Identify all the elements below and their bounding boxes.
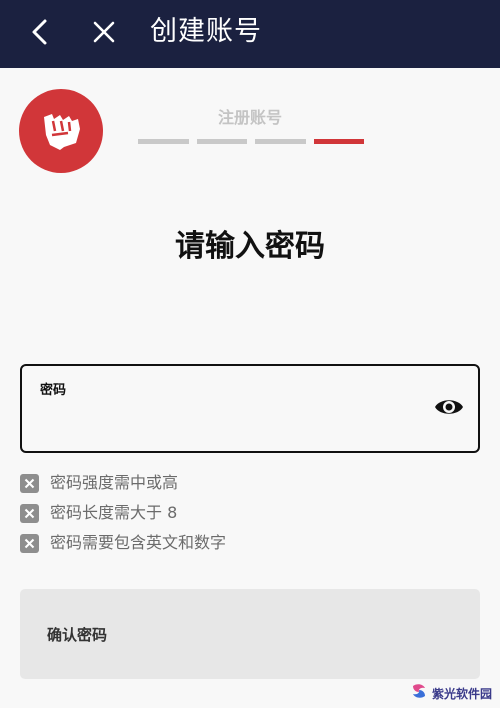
watermark-text: 紫光软件园 <box>431 686 492 701</box>
close-button[interactable] <box>84 0 124 68</box>
watermark: 紫光软件园 <box>410 681 492 705</box>
progress-segment-3 <box>255 139 306 144</box>
watermark-logo-icon <box>410 682 428 704</box>
rule-text: 密码需要包含英文和数字 <box>50 533 227 552</box>
show-password-toggle[interactable] <box>434 396 464 422</box>
close-icon <box>92 20 116 48</box>
x-icon <box>20 503 39 523</box>
x-icon <box>20 473 39 493</box>
password-field[interactable]: 密码 <box>20 364 480 453</box>
password-rule: 密码长度需大于 8 <box>20 498 480 528</box>
confirm-password-field[interactable]: 确认密码 <box>20 589 480 679</box>
progress-indicator <box>138 139 364 144</box>
confirm-password-label: 确认密码 <box>47 626 108 644</box>
password-input[interactable] <box>40 408 420 438</box>
password-rule: 密码强度需中或高 <box>20 468 480 498</box>
x-icon <box>20 533 39 553</box>
fist-logo-icon <box>19 89 103 173</box>
step-label: 注册账号 <box>217 108 282 127</box>
rule-text: 密码强度需中或高 <box>50 473 179 492</box>
progress-segment-4 <box>313 139 364 144</box>
page-title: 创建账号 <box>150 16 262 47</box>
password-rule: 密码需要包含英文和数字 <box>20 528 480 558</box>
rule-text: 密码长度需大于 8 <box>50 503 178 522</box>
app-header: 创建账号 <box>0 0 500 68</box>
progress-segment-2 <box>196 139 247 144</box>
eye-icon <box>434 396 464 422</box>
chevron-left-icon <box>30 18 50 50</box>
progress-segment-1 <box>138 139 189 144</box>
section-heading: 请输入密码 <box>175 229 325 264</box>
back-button[interactable] <box>20 0 60 68</box>
password-label: 密码 <box>40 383 67 398</box>
password-rules: 密码强度需中或高 密码长度需大于 8 密码需要包含英文和数字 <box>20 468 480 558</box>
